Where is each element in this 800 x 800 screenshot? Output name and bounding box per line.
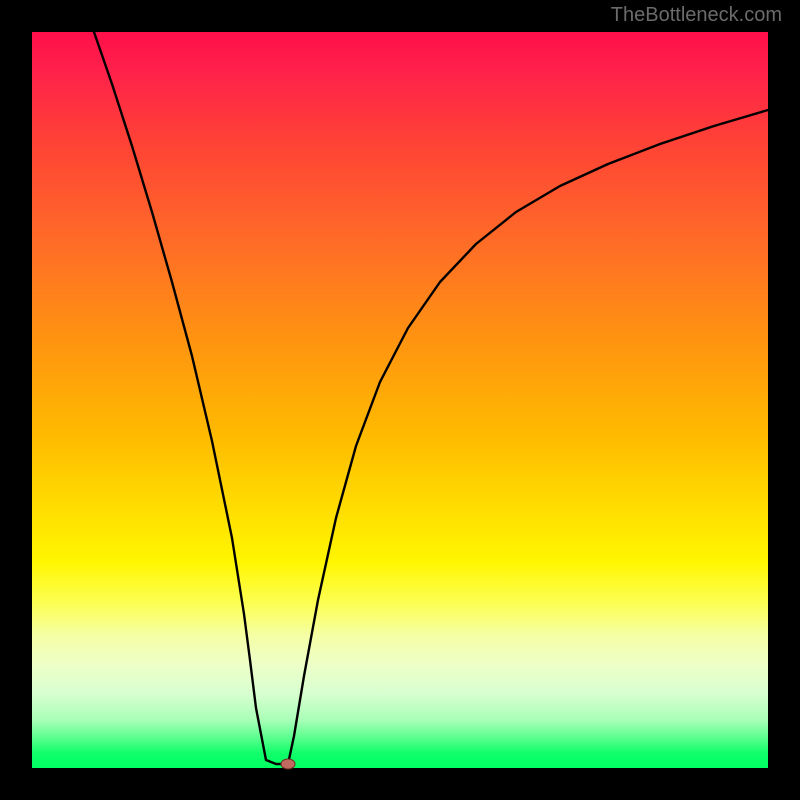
curve-path (94, 32, 768, 764)
chart-frame: TheBottleneck.com (0, 0, 800, 800)
watermark-text: TheBottleneck.com (611, 4, 782, 27)
bottleneck-curve-plot (32, 32, 768, 768)
min-marker (281, 759, 295, 769)
